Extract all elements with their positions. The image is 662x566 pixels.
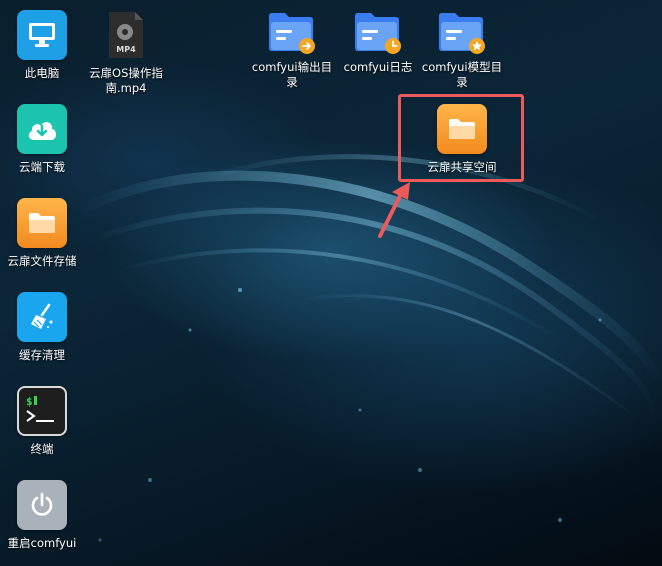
folder-icon (437, 10, 487, 54)
desktop-icon-cache-clean[interactable]: 缓存清理 (0, 292, 84, 363)
icon-label: 此电脑 (24, 66, 60, 80)
icon-label: 重启comfyui (7, 536, 77, 550)
highlight-box (398, 94, 524, 182)
terminal-icon: $ (17, 386, 67, 436)
power-icon (17, 480, 67, 530)
desktop-icon-terminal[interactable]: $ 终端 (0, 386, 84, 457)
mp4-badge: MP4 (116, 45, 136, 54)
broom-icon (17, 292, 67, 342)
folder-icon (267, 10, 317, 54)
icon-label: 云扉文件存储 (7, 254, 77, 268)
terminal-prompt: $ (26, 395, 33, 408)
monitor-icon (17, 10, 67, 60)
icon-label: 缓存清理 (19, 348, 65, 362)
icon-label: 云扉OS操作指南.mp4 (89, 66, 163, 95)
desktop-icon-guide-video[interactable]: MP4 云扉OS操作指南.mp4 (84, 10, 168, 96)
desktop-icon-comfyui-log[interactable]: comfyui日志 (336, 10, 420, 75)
pointer-arrow-icon (378, 182, 410, 238)
desktop-icon-cloud-download[interactable]: 云端下载 (0, 104, 84, 175)
icon-label: comfyui输出目录 (251, 60, 333, 89)
icon-label: comfyui模型目录 (421, 60, 503, 89)
desktop-icon-this-pc[interactable]: 此电脑 (0, 10, 84, 81)
icon-label: comfyui日志 (343, 60, 413, 74)
desktop-icon-file-storage[interactable]: 云扉文件存储 (0, 198, 84, 269)
icon-label: 终端 (30, 442, 54, 456)
cloud-download-icon (17, 104, 67, 154)
folder-icon (353, 10, 403, 54)
icon-label: 云端下载 (19, 160, 65, 174)
folder-icon (17, 198, 67, 248)
video-file-icon: MP4 (101, 10, 151, 60)
desktop-icon-comfyui-models[interactable]: comfyui模型目录 (420, 10, 504, 90)
desktop-icon-comfyui-output[interactable]: comfyui输出目录 (250, 10, 334, 90)
desktop-icon-restart-comfyui[interactable]: 重启comfyui (0, 480, 84, 551)
